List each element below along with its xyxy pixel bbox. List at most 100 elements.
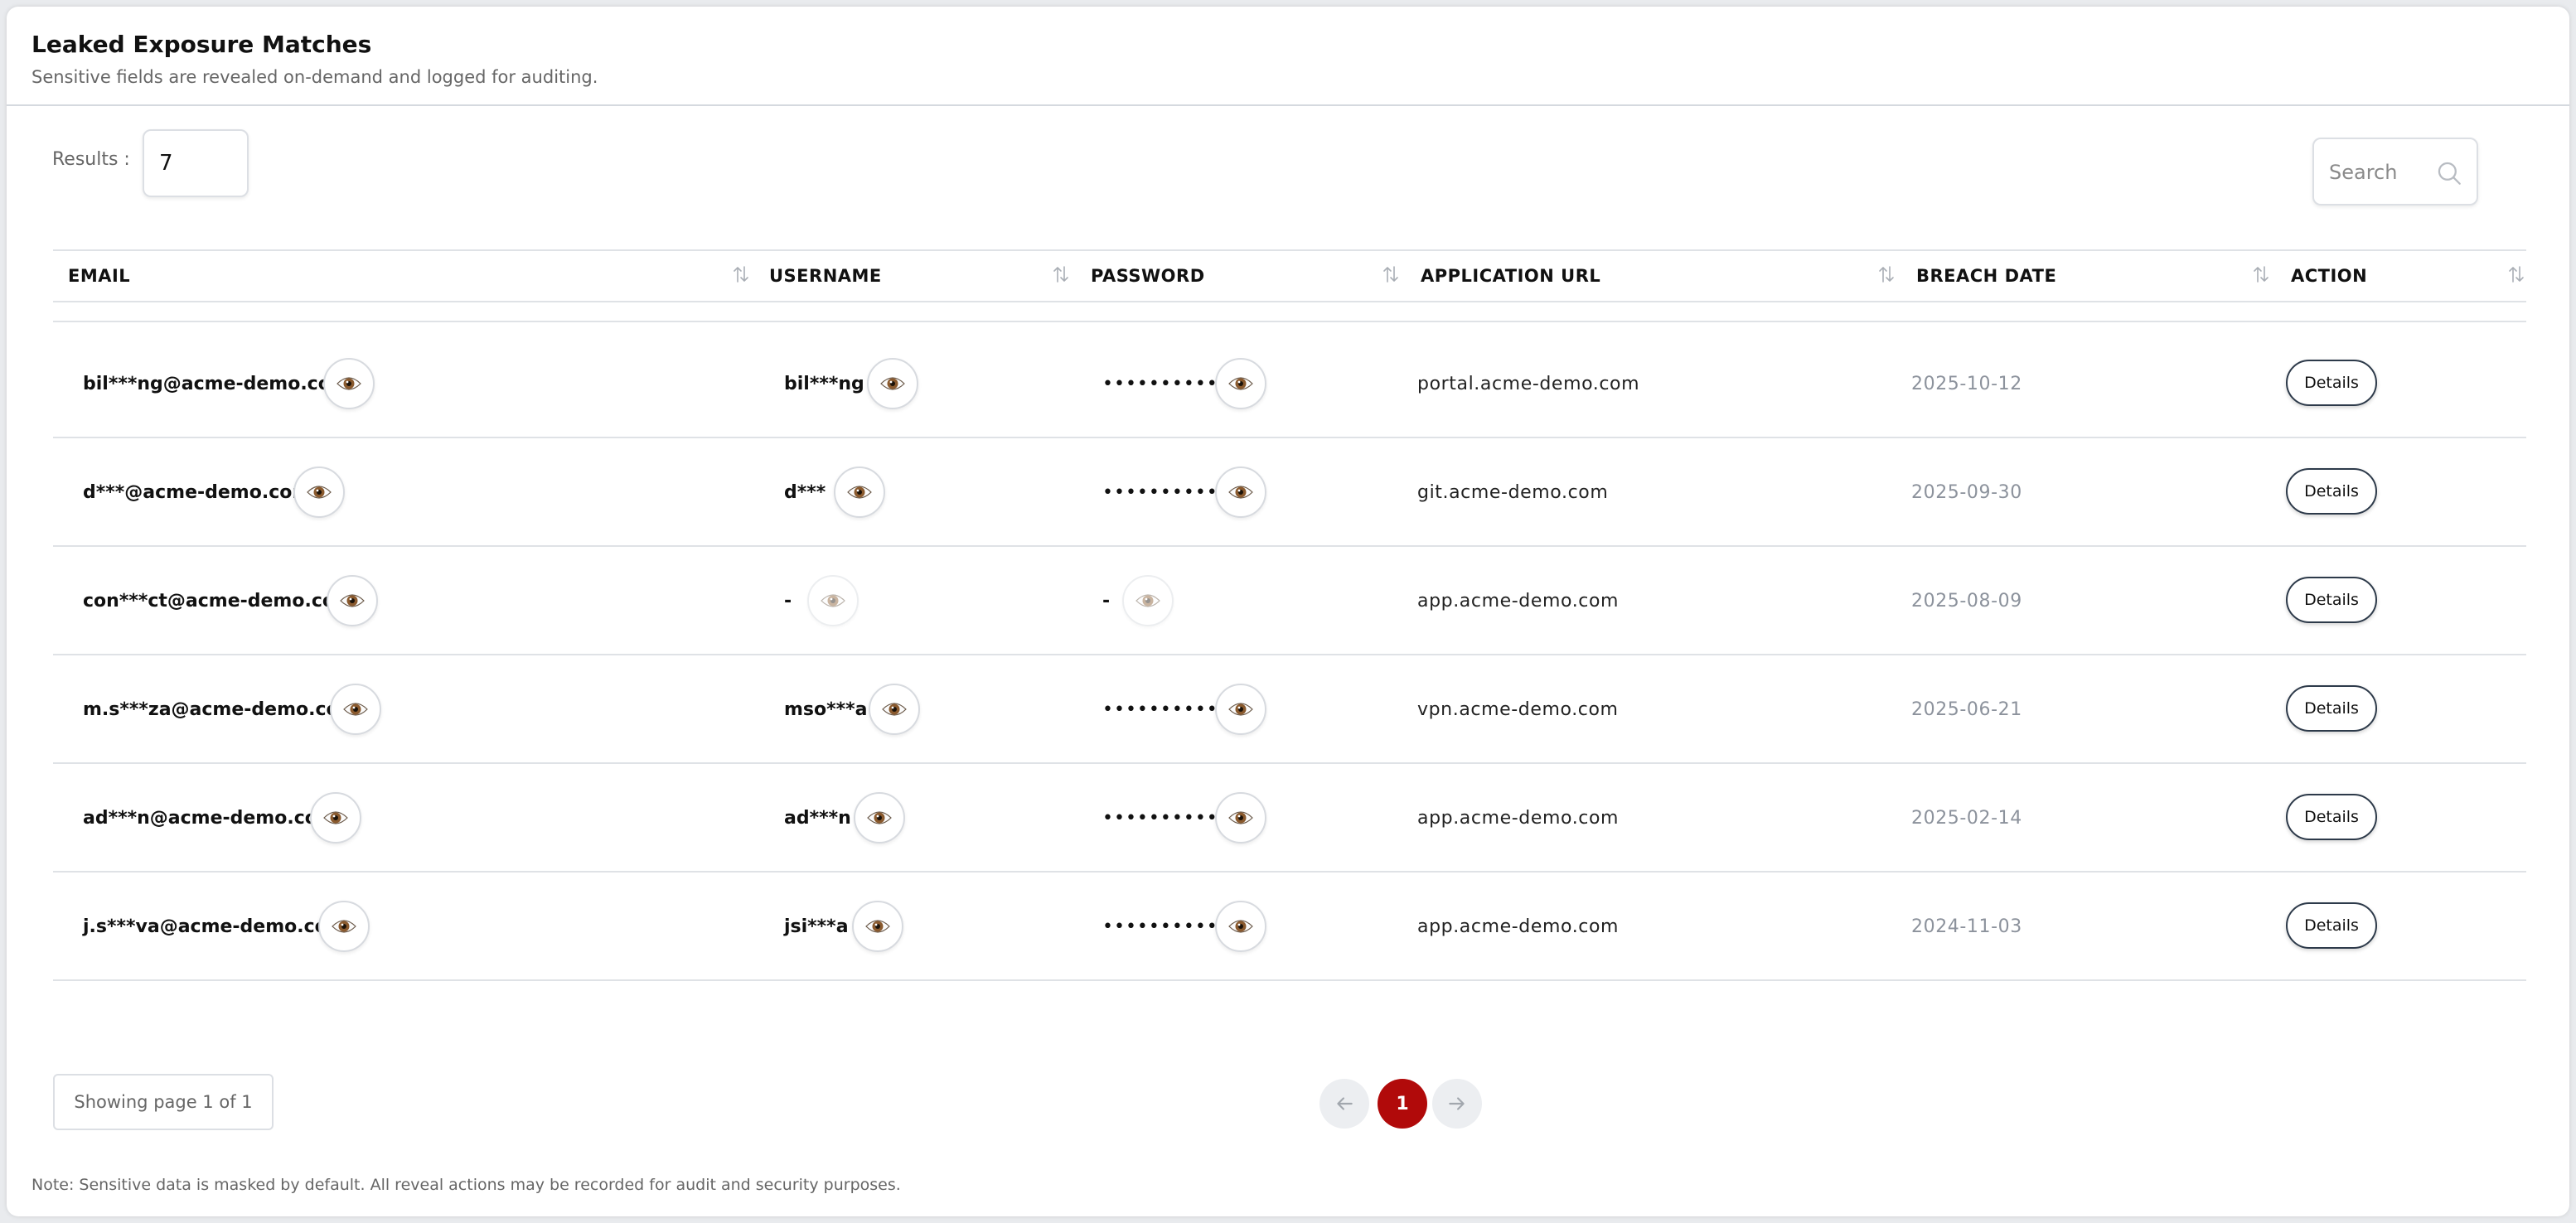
header-divider [53, 321, 2526, 322]
column-header-breach-date[interactable]: BREACH DATE [1916, 251, 2056, 301]
details-button[interactable]: Details [2286, 468, 2377, 515]
prev-page-button[interactable] [1319, 1079, 1369, 1129]
eye-icon [1228, 486, 1253, 499]
application-url-cell: app.acme-demo.com [1417, 591, 1620, 612]
eye-icon [882, 703, 907, 716]
column-header-action[interactable]: ACTION [2291, 251, 2367, 301]
sort-icon[interactable] [2508, 263, 2525, 285]
column-header-email[interactable]: EMAIL [68, 251, 130, 301]
reveal-password-button[interactable] [1215, 466, 1266, 518]
application-url-cell: app.acme-demo.com [1417, 916, 1620, 937]
eye-icon [865, 920, 890, 933]
reveal-password-button[interactable] [1215, 901, 1266, 952]
username-cell: d*** [784, 482, 826, 503]
sort-icon[interactable] [1382, 263, 1399, 285]
reveal-username-button[interactable] [834, 466, 885, 518]
search-box[interactable] [2312, 138, 2478, 205]
search-input[interactable] [2329, 154, 2428, 191]
reveal-password-button[interactable] [1215, 792, 1266, 844]
username-cell: mso***a [784, 699, 868, 720]
password-cell: •••••••••• [1102, 699, 1218, 720]
footer-note: Note: Sensitive data is masked by defaul… [31, 1176, 901, 1194]
table-row: ad***n@acme-demo.com ad***n •••••••••• app.… [53, 764, 2526, 873]
sort-icon[interactable] [733, 263, 749, 285]
email-cell: d***@acme-demo.com [83, 482, 312, 503]
search-icon[interactable] [2435, 159, 2463, 187]
eye-icon [1228, 920, 1253, 933]
eye-icon [332, 920, 356, 933]
arrow-right-icon [1449, 1097, 1465, 1110]
password-cell: •••••••••• [1102, 482, 1218, 503]
eye-icon [1228, 703, 1253, 716]
details-button[interactable]: Details [2286, 902, 2377, 949]
details-button[interactable]: Details [2286, 577, 2377, 623]
reveal-username-button[interactable] [854, 792, 905, 844]
reveal-email-button[interactable] [323, 358, 375, 409]
eye-icon [880, 377, 905, 390]
results-label: Results : [52, 149, 130, 170]
breach-date-cell: 2025-06-21 [1911, 699, 2022, 720]
details-button[interactable]: Details [2286, 794, 2377, 840]
reveal-email-button[interactable] [327, 575, 378, 626]
application-url-cell: portal.acme-demo.com [1417, 374, 1640, 394]
details-button[interactable]: Details [2286, 360, 2377, 406]
table-row: con***ct@acme-demo.com - - app.acme-demo.co… [53, 547, 2526, 655]
results-count-input[interactable] [143, 129, 249, 197]
details-button[interactable]: Details [2286, 685, 2377, 732]
sort-icon[interactable] [2253, 263, 2269, 285]
application-url-cell: app.acme-demo.com [1417, 808, 1620, 829]
sort-icon[interactable] [1053, 263, 1069, 285]
breach-date-cell: 2025-09-30 [1911, 482, 2022, 503]
reveal-email-button[interactable] [318, 901, 370, 952]
email-cell: con***ct@acme-demo.com [83, 591, 354, 612]
eye-icon [337, 377, 361, 390]
table-row: d***@acme-demo.com d*** •••••••••• git.acme… [53, 438, 2526, 547]
reveal-email-button[interactable] [330, 684, 381, 735]
table-row: j.s***va@acme-demo.com jsi***a •••••••••• a… [53, 873, 2526, 981]
column-header-application-url[interactable]: APPLICATION URL [1421, 251, 1600, 301]
eye-icon [343, 703, 368, 716]
page-1-button[interactable]: 1 [1378, 1079, 1427, 1129]
page-title: Leaked Exposure Matches [31, 31, 372, 58]
reveal-username-button[interactable] [869, 684, 920, 735]
breach-date-cell: 2025-08-09 [1911, 591, 2022, 612]
reveal-username-button[interactable] [807, 575, 859, 626]
email-cell: m.s***za@acme-demo.com [83, 699, 358, 720]
next-page-button[interactable] [1432, 1079, 1482, 1129]
email-cell: j.s***va@acme-demo.com [83, 916, 346, 937]
column-header-password[interactable]: PASSWORD [1091, 251, 1205, 301]
email-cell: ad***n@acme-demo.com [83, 808, 337, 829]
eye-icon [847, 486, 872, 499]
username-cell: ad***n [784, 808, 851, 829]
password-cell: •••••••••• [1102, 808, 1218, 829]
exposure-card: Leaked Exposure Matches Sensitive fields… [7, 7, 2569, 1216]
eye-icon [1228, 811, 1253, 824]
eye-icon [867, 811, 892, 824]
card-header: Leaked Exposure Matches Sensitive fields… [7, 7, 2569, 106]
breach-date-cell: 2024-11-03 [1911, 916, 2022, 937]
eye-icon [1228, 377, 1253, 390]
application-url-cell: vpn.acme-demo.com [1417, 699, 1619, 720]
reveal-username-button[interactable] [852, 901, 903, 952]
eye-icon [1135, 594, 1160, 607]
table-row: bil***ng@acme-demo.com bil***ng ••••••••••… [53, 330, 2526, 438]
reveal-username-button[interactable] [867, 358, 918, 409]
eye-icon [821, 594, 845, 607]
reveal-password-button[interactable] [1122, 575, 1174, 626]
eye-icon [340, 594, 365, 607]
password-cell: - [1102, 591, 1111, 612]
reveal-email-button[interactable] [310, 792, 361, 844]
password-cell: •••••••••• [1102, 916, 1218, 937]
column-header-username[interactable]: USERNAME [769, 251, 882, 301]
reveal-password-button[interactable] [1215, 358, 1266, 409]
application-url-cell: git.acme-demo.com [1417, 482, 1609, 503]
table-header: EMAIL USERNAME PASSWORD APPLICATION URL BREA… [53, 249, 2526, 302]
page-subtitle: Sensitive fields are revealed on-demand … [31, 67, 598, 87]
eye-icon [307, 486, 332, 499]
reveal-email-button[interactable] [293, 466, 345, 518]
sort-icon[interactable] [1878, 263, 1895, 285]
email-cell: bil***ng@acme-demo.com [83, 374, 350, 394]
password-cell: •••••••••• [1102, 374, 1218, 394]
reveal-password-button[interactable] [1215, 684, 1266, 735]
username-cell: jsi***a [784, 916, 849, 937]
